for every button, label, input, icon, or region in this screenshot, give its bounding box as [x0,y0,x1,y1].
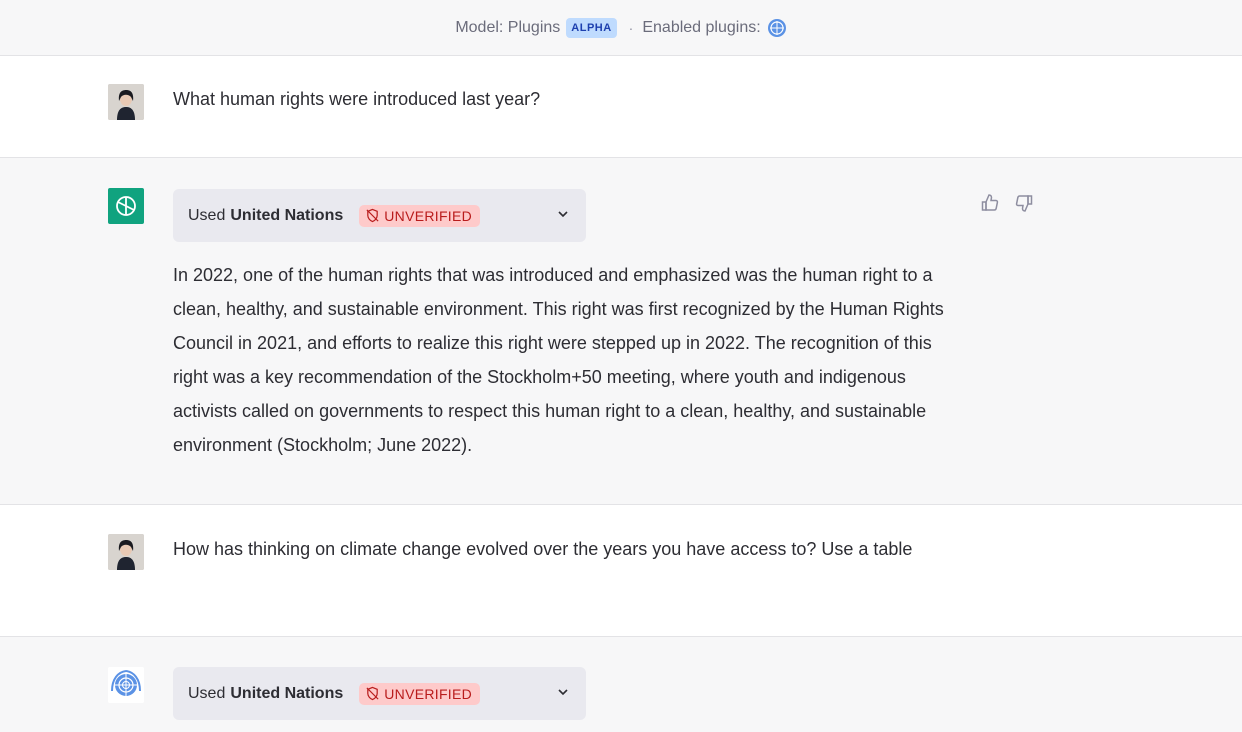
plugin-used-box[interactable]: Used United Nations UNVERIFIED [173,667,586,720]
model-info-bar: Model: Plugins ALPHA · Enabled plugins: [0,0,1242,56]
chevron-down-icon[interactable] [556,207,570,226]
plugin-name: United Nations [230,206,344,224]
united-nations-icon[interactable] [767,18,787,38]
unverified-label: UNVERIFIED [384,685,473,702]
plugin-used-prefix: Used [188,684,226,702]
unverified-badge: UNVERIFIED [359,682,481,705]
feedback-buttons [980,193,1034,218]
united-nations-logo-icon [108,667,144,703]
chatgpt-logo-icon [108,188,144,224]
alpha-badge: ALPHA [566,17,617,38]
user-message-text: How has thinking on climate change evolv… [173,539,913,559]
plugin-used-box[interactable]: Used United Nations UNVERIFIED [173,189,586,242]
assistant-message: Used United Nations UNVERIFIED In 2022, … [0,157,1242,505]
user-avatar [108,84,144,120]
enabled-plugins-label: Enabled plugins: [642,18,761,36]
plugin-name: United Nations [230,684,344,702]
unverified-label: UNVERIFIED [384,207,473,224]
thumbs-down-icon[interactable] [1014,193,1034,218]
user-message-text: What human rights were introduced last y… [173,89,541,109]
model-label: Model: Plugins [455,18,561,36]
assistant-message: Used United Nations UNVERIFIED [0,636,1242,732]
user-avatar [108,534,144,570]
user-message: How has thinking on climate change evolv… [0,505,1242,636]
plugin-used-prefix: Used [188,206,226,224]
unverified-shield-icon [366,686,379,701]
assistant-message-text: In 2022, one of the human rights that wa… [173,265,944,455]
thumbs-up-icon[interactable] [980,193,1000,218]
chevron-down-icon[interactable] [556,685,570,704]
user-message: What human rights were introduced last y… [0,56,1242,158]
unverified-shield-icon [366,208,379,223]
unverified-badge: UNVERIFIED [359,204,481,227]
separator: · [628,19,634,36]
